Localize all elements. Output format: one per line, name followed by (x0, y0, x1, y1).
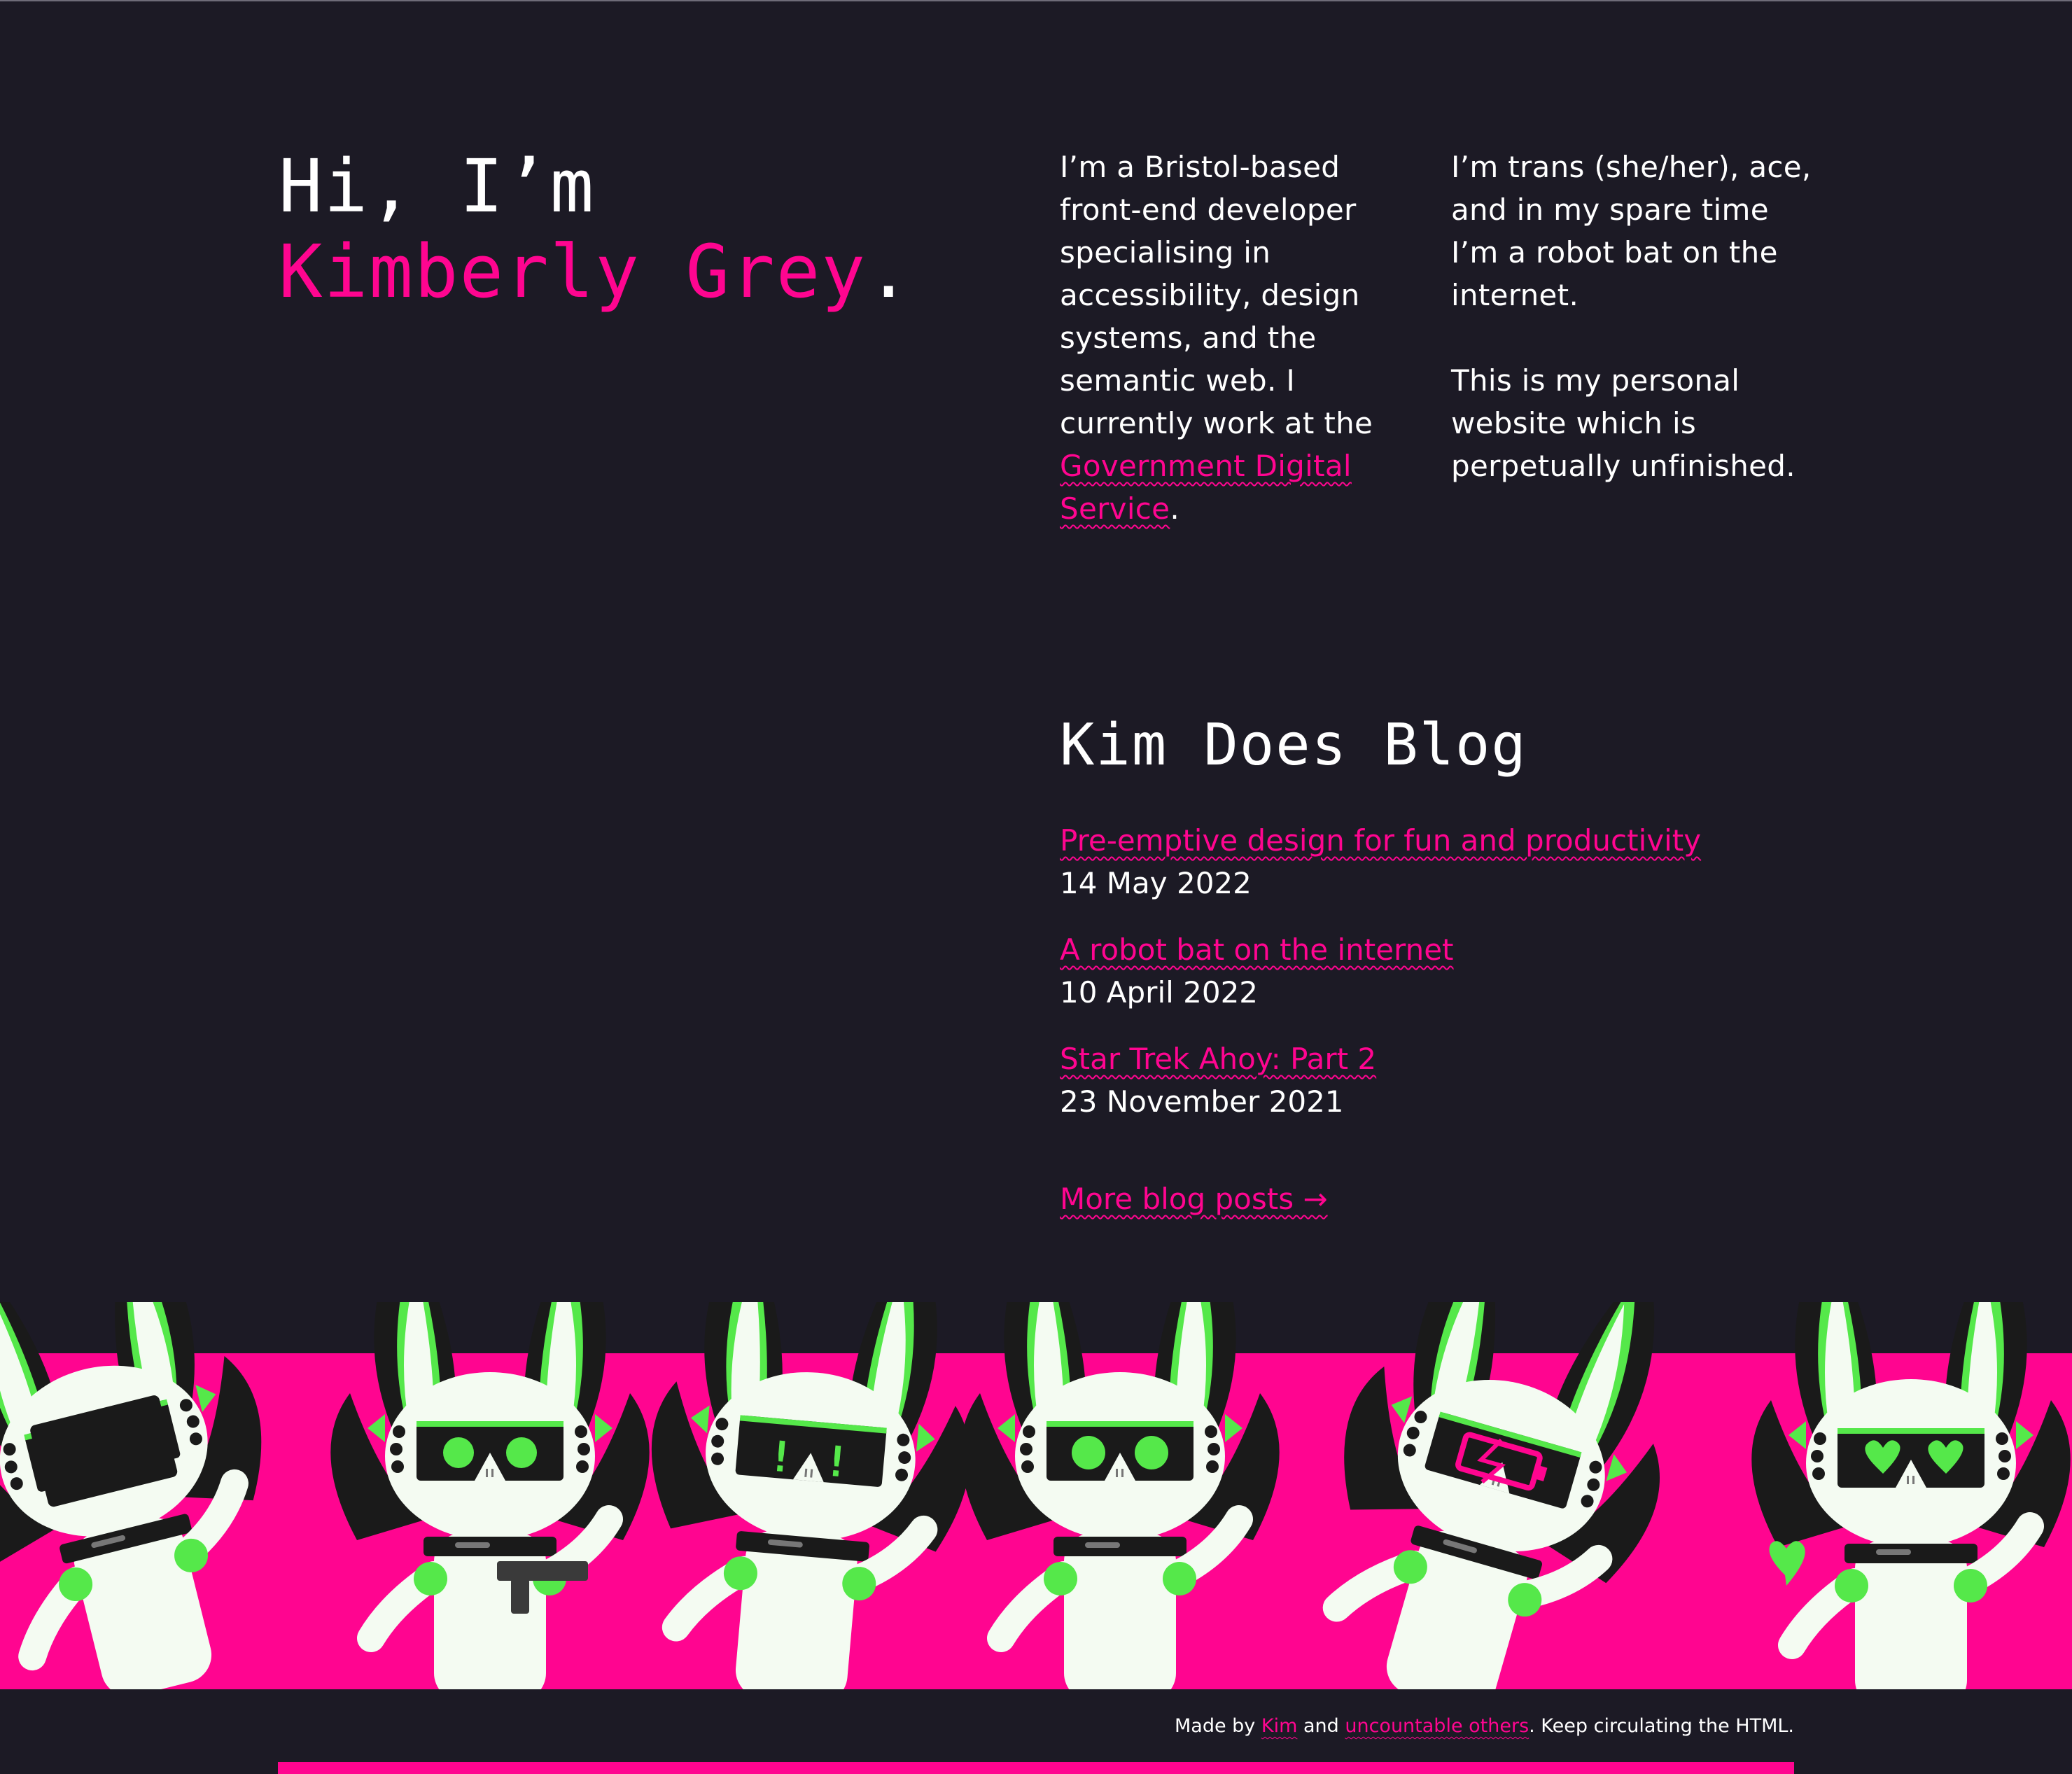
blog-section: Kim Does Blog Pre-emptive design for fun… (1060, 707, 1830, 1220)
intro-left-column: I’m a Bristol-based front-end developer … (1060, 146, 1396, 573)
robot-bat-heart-icon (1751, 1302, 2070, 1689)
list-item: A robot bat on the internet 10 April 202… (1060, 928, 1830, 1014)
blog-post-date: 10 April 2022 (1060, 975, 1259, 1010)
intro-paragraph: I’m a Bristol-based front-end developer … (1060, 146, 1396, 530)
about-paragraph: I’m trans (she/her), ace, and in my spar… (1451, 150, 1812, 312)
blog-post-link[interactable]: A robot bat on the internet (1060, 933, 1454, 967)
svg-text:!: ! (766, 1432, 796, 1483)
site-paragraph: This is my personal website which is per… (1451, 363, 1795, 483)
blog-post-link[interactable]: Star Trek Ahoy: Part 2 (1060, 1042, 1376, 1076)
blog-post-date: 23 November 2021 (1060, 1084, 1344, 1119)
footer: Made by Kim and uncountable others. Keep… (0, 1689, 2072, 1774)
uncountable-others-link[interactable]: uncountable others (1345, 1715, 1529, 1737)
robot-bats-illustration: ! ! (0, 1302, 2072, 1689)
gds-link[interactable]: Government Digital Service (1060, 449, 1352, 526)
robot-bat-dab-icon (0, 1302, 318, 1689)
greeting-text: Hi, I’m (279, 144, 596, 229)
footer-accent-bar (278, 1762, 1794, 1774)
more-blog-posts-link[interactable]: More blog posts → (1060, 1178, 1328, 1220)
blog-post-link[interactable]: Pre-emptive design for fun and productiv… (1060, 823, 1701, 858)
blog-post-date: 14 May 2022 (1060, 866, 1252, 900)
list-item: Pre-emptive design for fun and productiv… (1060, 819, 1830, 905)
svg-text:!: ! (822, 1437, 851, 1488)
list-item: Star Trek Ahoy: Part 2 23 November 2021 (1060, 1038, 1830, 1123)
page-title: Hi, I’m Kimberly Grey. (279, 144, 912, 314)
top-border (0, 0, 2072, 1)
blog-heading: Kim Does Blog (1060, 712, 1527, 778)
blog-post-list: Pre-emptive design for fun and productiv… (1060, 819, 1830, 1123)
intro-text-end: . (1170, 491, 1180, 526)
robot-bat-battery-icon (1280, 1302, 1720, 1689)
footer-credits: Made by Kim and uncountable others. Keep… (1175, 1712, 1794, 1740)
name-text: Kimberly Grey (279, 229, 867, 314)
footer-text-end: . Keep circulating the HTML. (1529, 1715, 1794, 1737)
robot-bat-exclaim-icon: ! ! (631, 1302, 990, 1689)
footer-text-and: and (1297, 1715, 1345, 1737)
footer-text-start: Made by (1175, 1715, 1261, 1737)
robot-bat-gun-icon (330, 1302, 649, 1689)
name-punctuation: . (866, 229, 912, 314)
robot-bat-wave-icon (960, 1302, 1279, 1689)
kim-link[interactable]: Kim (1261, 1715, 1298, 1737)
intro-right-column: I’m trans (she/her), ace, and in my spar… (1451, 146, 1815, 530)
intro-text: I’m a Bristol-based front-end developer … (1060, 150, 1373, 440)
